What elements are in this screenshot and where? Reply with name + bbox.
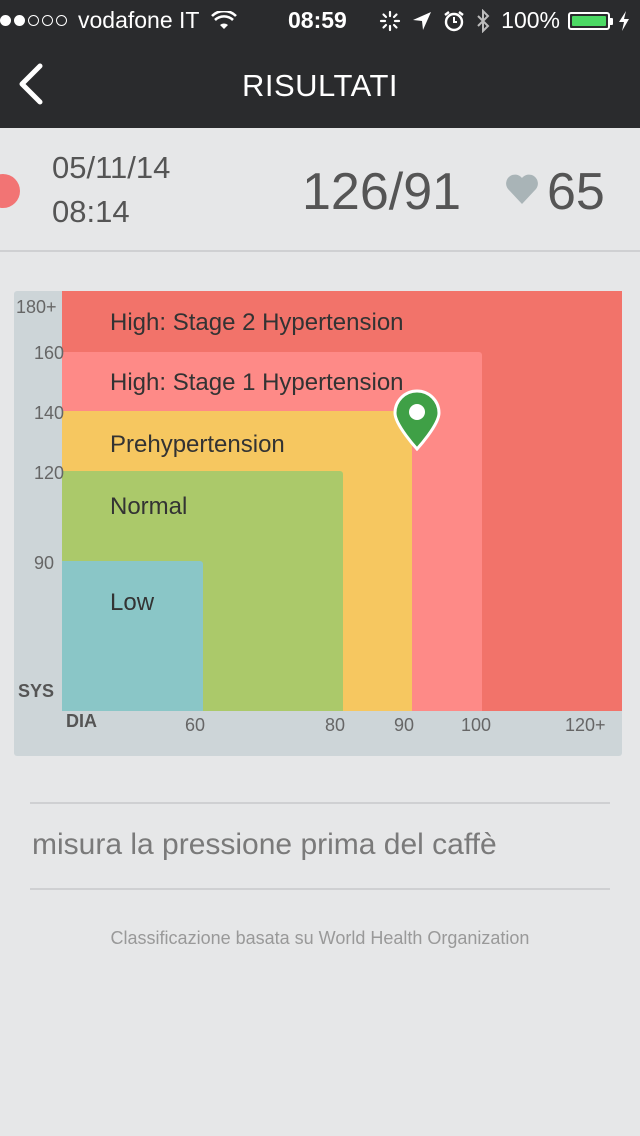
y-axis-name: SYS bbox=[18, 681, 55, 701]
y-tick: 90 bbox=[34, 553, 55, 573]
activity-icon bbox=[380, 10, 401, 31]
zone-label-stage2: High: Stage 2 Hypertension bbox=[110, 309, 404, 336]
status-left: vodafone IT bbox=[0, 7, 238, 34]
reading-summary: 05/11/14 08:14 126/91 65 bbox=[0, 128, 640, 252]
x-tick: 80 bbox=[325, 715, 346, 735]
y-tick: 140 bbox=[34, 403, 65, 423]
reading-note[interactable]: misura la pressione prima del caffè bbox=[30, 802, 610, 890]
bluetooth-icon bbox=[477, 8, 490, 33]
zone-label-normal: Normal bbox=[110, 493, 188, 520]
page-title: RISULTATI bbox=[241, 68, 399, 103]
classification-footnote: Classificazione basata su World Health O… bbox=[110, 928, 530, 948]
x-tick: 60 bbox=[185, 715, 206, 735]
signal-dots-icon bbox=[0, 15, 70, 26]
y-tick: 180+ bbox=[16, 297, 57, 317]
location-icon bbox=[413, 11, 432, 30]
zone-label-low: Low bbox=[110, 589, 155, 616]
status-bar: vodafone IT 08:59 100% bbox=[0, 0, 640, 40]
zone-label-stage1: High: Stage 1 Hypertension bbox=[110, 369, 404, 396]
battery-percent: 100% bbox=[501, 7, 560, 33]
blood-pressure-value: 126/91 bbox=[302, 163, 462, 221]
heart-icon bbox=[506, 174, 538, 204]
zone-label-prehypertension: Prehypertension bbox=[110, 431, 285, 458]
x-axis-name: DIA bbox=[66, 711, 97, 731]
carrier-name: vodafone IT bbox=[78, 7, 200, 33]
pulse-value: 65 bbox=[547, 163, 605, 221]
x-tick: 100 bbox=[461, 715, 492, 735]
reading-date: 05/11/14 bbox=[52, 150, 171, 185]
zone-low bbox=[62, 561, 203, 711]
charging-icon bbox=[619, 10, 629, 31]
status-right: 100% bbox=[379, 7, 630, 34]
bp-classification-chart: High: Stage 2 Hypertension High: Stage 1… bbox=[14, 291, 622, 756]
battery-icon bbox=[568, 11, 613, 30]
status-time: 08:59 bbox=[288, 7, 347, 33]
y-tick: 160 bbox=[34, 343, 65, 363]
y-tick: 120 bbox=[34, 463, 65, 483]
reading-note-text: misura la pressione prima del caffè bbox=[32, 828, 497, 861]
wifi-icon bbox=[211, 10, 238, 29]
alarm-icon bbox=[444, 10, 464, 31]
status-indicator-dot bbox=[0, 174, 20, 208]
x-tick: 120+ bbox=[565, 715, 606, 735]
nav-bar: RISULTATI bbox=[0, 40, 640, 128]
x-tick: 90 bbox=[394, 715, 415, 735]
reading-time: 08:14 bbox=[52, 194, 130, 229]
map-pin-icon bbox=[393, 389, 441, 451]
